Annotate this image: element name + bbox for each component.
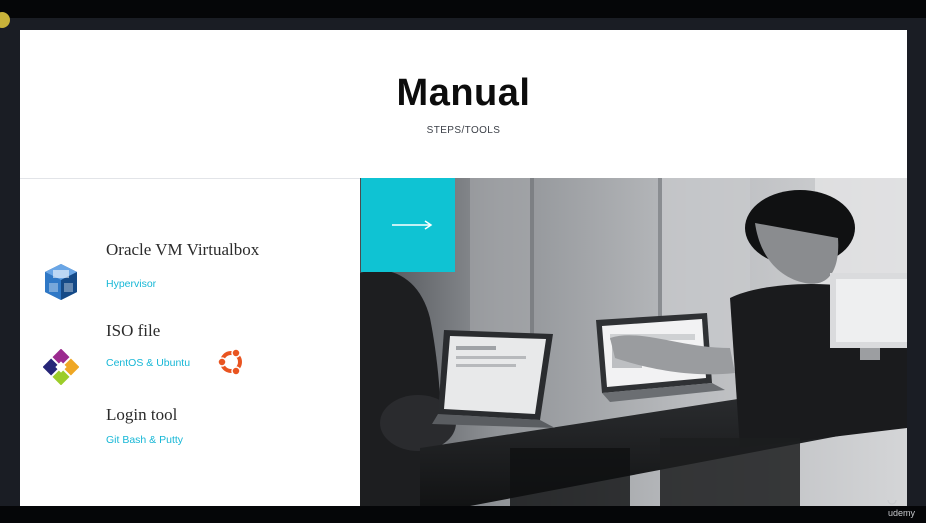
slide-title: Manual [396,72,531,114]
video-frame: Manual STEPS/TOOLS Oracle VM Virtualbox … [0,0,926,523]
slide-header: Manual STEPS/TOOLS [20,30,907,178]
udemy-watermark: udemy [888,508,916,518]
arrow-right-icon [392,220,433,230]
virtualbox-icon [42,262,80,302]
item-heading: Login tool [106,405,178,424]
item-subtitle: CentOS & Ubuntu [106,357,191,369]
tools-list: Oracle VM Virtualbox Hypervisor ISO file… [20,179,360,506]
item-subtitle: Git Bash & Putty [106,434,184,446]
top-letterbox [0,0,926,18]
slide-subtitle: STEPS/TOOLS [426,125,501,136]
item-heading: Oracle VM Virtualbox [106,240,260,259]
bottom-letterbox [0,506,926,523]
ubuntu-icon [216,347,246,377]
presentation-slide: Manual STEPS/TOOLS Oracle VM Virtualbox … [20,30,907,506]
centos-icon [42,348,80,386]
item-heading: ISO file [106,321,161,340]
accent-arrow-box [361,178,455,272]
corner-indicator [0,12,10,28]
item-subtitle: Hypervisor [106,278,157,290]
